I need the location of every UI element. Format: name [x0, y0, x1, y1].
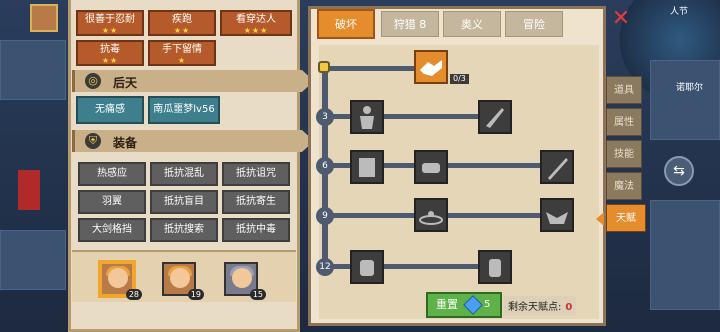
talent-node-body[interactable] [350, 100, 384, 134]
side-tab-skills[interactable]: 技能 [606, 140, 642, 168]
tab-adventure[interactable]: 冒险 [505, 11, 563, 37]
tree-root-dot [318, 61, 330, 73]
talent-node-sword[interactable] [540, 150, 574, 184]
reset-button[interactable]: 重置 5 [426, 292, 502, 318]
talent-node-grip[interactable] [478, 250, 512, 284]
tree-branch-root [322, 66, 418, 71]
ripple-icon [419, 211, 443, 225]
talent-node-fist[interactable] [350, 250, 384, 284]
tier-marker-3: 3 [316, 108, 334, 126]
tome-icon [359, 158, 375, 177]
handshake-icon [420, 60, 442, 76]
close-icon[interactable]: ✕ [610, 8, 632, 30]
talent-node-wings[interactable] [540, 198, 574, 232]
talent-node-punch[interactable] [414, 150, 448, 184]
hero-selector: 28 19 15 [72, 250, 296, 302]
fist-icon [360, 260, 374, 276]
sword-icon [548, 158, 568, 180]
talent-node-strike[interactable] [478, 100, 512, 134]
tier-marker-9: 9 [316, 207, 334, 225]
trait-1[interactable]: 很善于忍耐 ★★ [76, 10, 144, 36]
trait-2[interactable]: 疾跑 ★★ [148, 10, 216, 36]
equip-cell-6[interactable]: 抵抗寄生 [222, 190, 290, 214]
side-tab-magic[interactable]: 魔法 [606, 172, 642, 200]
punch-icon [422, 163, 440, 173]
equip-section-header: ⛨ 装备 [72, 130, 314, 152]
hero-portrait-3[interactable]: 15 [224, 262, 266, 300]
trait-3[interactable]: 看穿达人 ★★★ [220, 10, 292, 36]
talent-node-ripple[interactable] [414, 198, 448, 232]
active-tab-arrow [596, 212, 604, 226]
gem-count: 5 [484, 299, 491, 310]
hero-level-2: 19 [187, 289, 204, 300]
equip-cell-1[interactable]: 热感应 [78, 162, 146, 186]
equip-cell-9[interactable]: 抵抗中毒 [222, 218, 290, 242]
trait-4[interactable]: 抗毒 ★★ [76, 40, 144, 66]
tab-destroy[interactable]: 破坏 [317, 9, 375, 39]
strike-icon [486, 108, 504, 128]
swap-icon[interactable]: ⇆ [664, 156, 694, 186]
origin-chip-1[interactable]: 无痛感 [76, 96, 144, 124]
armor-icon: ⛨ [85, 133, 101, 149]
wings-icon [546, 212, 568, 224]
equip-cell-8[interactable]: 抵抗搜索 [150, 218, 218, 242]
origin-section-header: ◎ 后天 [72, 70, 314, 92]
talent-node-count: 0/3 [450, 74, 469, 84]
hero-level-1: 28 [125, 289, 142, 300]
player-portrait[interactable] [30, 4, 58, 32]
hero-portrait-1[interactable]: 28 [100, 262, 142, 300]
event-label: 人节 [670, 7, 689, 17]
equip-cell-3[interactable]: 抵抗诅咒 [222, 162, 290, 186]
tier-marker-6: 6 [316, 157, 334, 175]
tab-secret[interactable]: 奥义 [443, 11, 501, 37]
grip-icon [489, 259, 501, 277]
tier-marker-12: 12 [316, 258, 334, 276]
side-tab-talent[interactable]: 天赋 [606, 204, 646, 232]
hero-portrait-2[interactable]: 19 [162, 262, 204, 300]
equip-cell-4[interactable]: 羽翼 [78, 190, 146, 214]
side-tab-items[interactable]: 道具 [606, 76, 642, 104]
hero-level-3: 15 [249, 289, 266, 300]
side-tab-attributes[interactable]: 属性 [606, 108, 642, 136]
talent-node-tome[interactable] [350, 150, 384, 184]
gem-icon [463, 295, 483, 315]
origin-chip-2[interactable]: 南瓜噩梦lv56 [148, 96, 220, 124]
equip-cell-5[interactable]: 抵抗盲目 [150, 190, 218, 214]
talent-node-handshake[interactable] [414, 50, 448, 84]
equip-cell-7[interactable]: 大剑格挡 [78, 218, 146, 242]
spiral-icon: ◎ [85, 73, 101, 89]
tab-hunt[interactable]: 狩猎 8 [381, 11, 439, 37]
remaining-points: 剩余天赋点: 0 [504, 296, 577, 315]
player-name: 诺耶尔 [676, 83, 704, 93]
trait-5[interactable]: 手下留情 ★ [148, 40, 216, 66]
body-icon [360, 106, 374, 129]
equip-cell-2[interactable]: 抵抗混乱 [150, 162, 218, 186]
